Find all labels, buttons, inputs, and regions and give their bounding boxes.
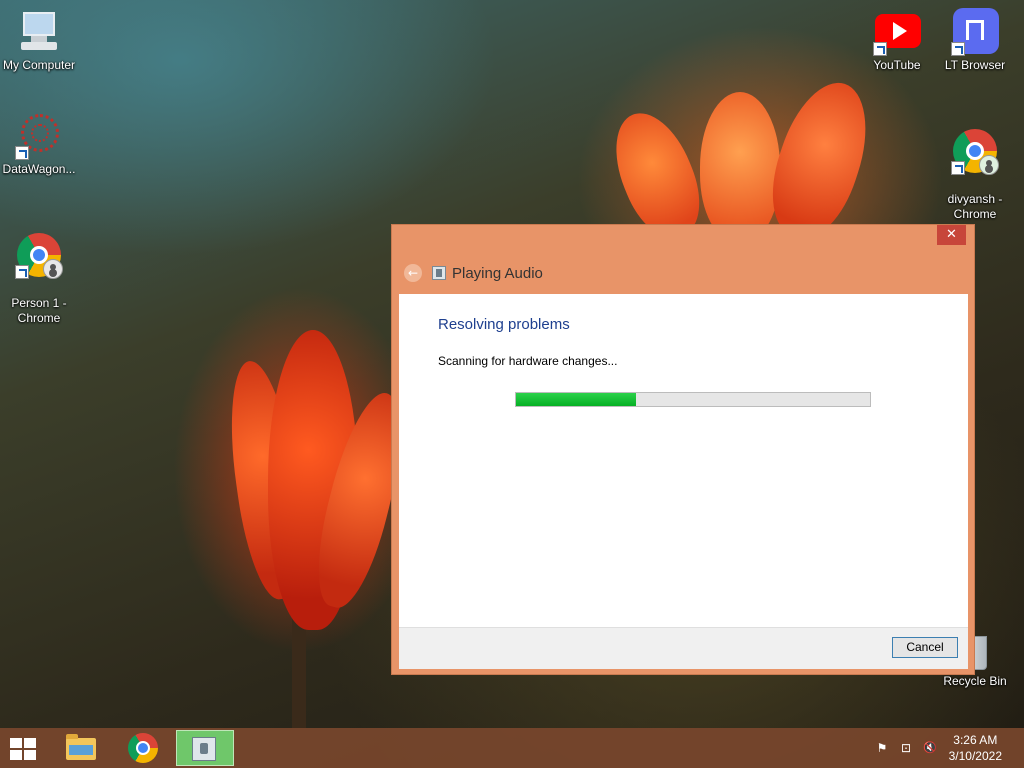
desktop-icon-label: divyansh - Chrome bbox=[947, 192, 1003, 221]
computer-icon bbox=[15, 8, 63, 56]
desktop-icon-datawagon[interactable]: DataWagon... bbox=[0, 112, 78, 177]
desktop-icon-label: My Computer bbox=[2, 58, 76, 72]
dialog-content: Resolving problems Scanning for hardware… bbox=[399, 294, 968, 627]
taskbar-troubleshooter[interactable] bbox=[176, 730, 234, 766]
desktop-icon-lt-browser[interactable]: LT Browser bbox=[936, 8, 1014, 73]
shortcut-arrow-icon bbox=[951, 42, 965, 56]
chrome-icon bbox=[128, 733, 158, 763]
desktop-icon-youtube[interactable]: YouTube bbox=[858, 8, 936, 73]
chrome-icon bbox=[15, 231, 63, 279]
file-explorer-icon bbox=[66, 734, 96, 760]
desktop-icon-divyansh-chrome[interactable]: divyansh - Chrome bbox=[936, 112, 1014, 237]
chrome-icon bbox=[951, 127, 999, 175]
lt-browser-icon bbox=[951, 8, 999, 56]
shortcut-arrow-icon bbox=[15, 265, 29, 279]
clock-time: 3:26 AM bbox=[953, 733, 998, 747]
desktop-icon-label: LT Browser bbox=[944, 58, 1006, 72]
shortcut-arrow-icon bbox=[873, 42, 887, 56]
desktop-icon-label: Person 1 - Chrome bbox=[11, 296, 67, 325]
status-text: Scanning for hardware changes... bbox=[438, 354, 618, 368]
desktop-icon-label: DataWagon... bbox=[2, 162, 76, 176]
action-center-flag-icon[interactable]: ⚑ bbox=[874, 741, 890, 755]
desktop-icon-my-computer[interactable]: My Computer bbox=[0, 8, 78, 73]
clock-date: 3/10/2022 bbox=[948, 749, 1002, 763]
shortcut-arrow-icon bbox=[15, 146, 29, 160]
dialog-titlebar: ← Playing Audio bbox=[404, 263, 543, 283]
dialog-title: Playing Audio bbox=[452, 264, 543, 282]
desktop-icon-label: YouTube bbox=[873, 58, 921, 72]
desktop-icon-person1-chrome[interactable]: Person 1 - Chrome bbox=[0, 216, 78, 341]
dialog-footer: Cancel bbox=[399, 627, 968, 669]
troubleshooter-dialog: ✕ ← Playing Audio Resolving problems Sca… bbox=[391, 224, 975, 675]
cancel-button[interactable]: Cancel bbox=[892, 637, 958, 658]
progress-bar bbox=[515, 392, 871, 407]
windows-start-icon[interactable] bbox=[10, 738, 38, 760]
taskbar-chrome[interactable] bbox=[115, 730, 171, 766]
person-icon bbox=[43, 259, 63, 279]
close-button[interactable]: ✕ bbox=[937, 225, 966, 245]
desktop-icon-label: Recycle Bin bbox=[943, 674, 1007, 688]
volume-muted-icon[interactable]: 🔇 bbox=[922, 741, 938, 755]
troubleshooter-icon bbox=[432, 266, 446, 280]
back-arrow-icon[interactable]: ← bbox=[404, 264, 422, 282]
clock[interactable]: 3:26 AM 3/10/2022 bbox=[949, 732, 1002, 764]
youtube-icon bbox=[873, 8, 921, 56]
network-icon[interactable]: ⊡ bbox=[898, 741, 914, 755]
troubleshooter-icon bbox=[192, 737, 216, 761]
person-icon bbox=[979, 155, 999, 175]
taskbar: ⚑ ⊡ 🔇 3:26 AM 3/10/2022 bbox=[0, 728, 1024, 768]
shortcut-arrow-icon bbox=[951, 161, 965, 175]
page-heading: Resolving problems bbox=[438, 316, 570, 333]
datawagon-icon bbox=[15, 112, 63, 160]
progress-bar-fill bbox=[516, 393, 637, 406]
taskbar-file-explorer[interactable] bbox=[52, 730, 108, 766]
